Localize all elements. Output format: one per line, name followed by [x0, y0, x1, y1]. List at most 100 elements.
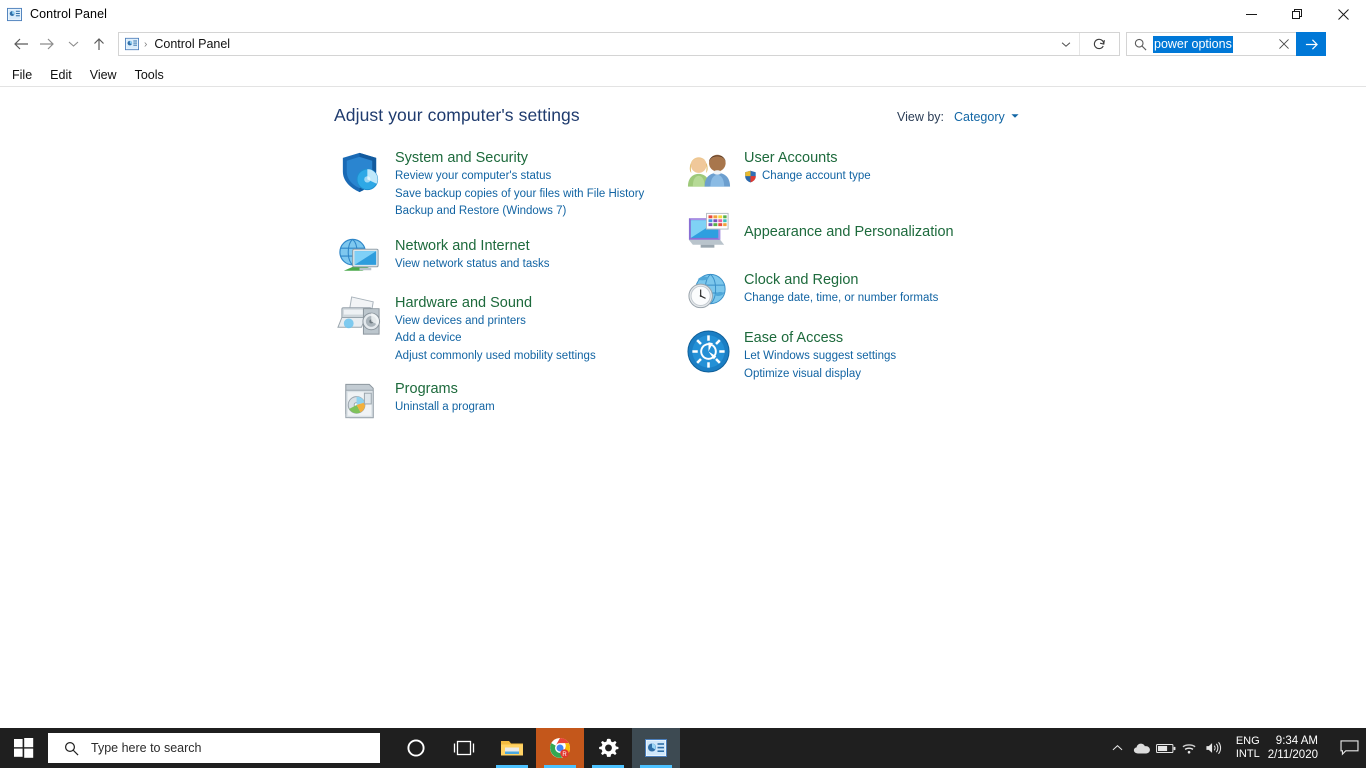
category-body: User Accounts Change account type: [733, 149, 871, 189]
minimize-button[interactable]: [1228, 0, 1274, 28]
users-icon: [683, 149, 733, 189]
clock-date: 2/11/2020: [1267, 749, 1318, 761]
shield-icon: [334, 149, 384, 221]
category-title-user-accounts[interactable]: User Accounts: [744, 149, 871, 168]
chrome-icon[interactable]: R: [536, 728, 584, 768]
category-title-hardware-and-sound[interactable]: Hardware and Sound: [395, 294, 596, 313]
network-icon: [334, 237, 384, 279]
address-dropdown-icon[interactable]: [1055, 33, 1077, 55]
taskbar: Type here to search R ENG INTL 9:34 AM 2…: [0, 728, 1366, 768]
programs-icon: [334, 380, 384, 424]
menu-bar: File Edit View Tools: [0, 64, 1366, 86]
page-title: Adjust your computer's settings: [334, 105, 580, 125]
category-ease-of-access: Ease of Access Let Windows suggest setti…: [683, 329, 1023, 383]
title-bar: Control Panel: [0, 0, 1366, 28]
back-button[interactable]: [8, 29, 34, 59]
category-title-ease-of-access[interactable]: Ease of Access: [744, 329, 896, 348]
taskbar-search-box[interactable]: Type here to search: [48, 733, 380, 763]
link-save-backup-copies-file-history[interactable]: Save backup copies of your files with Fi…: [395, 186, 644, 204]
start-button[interactable]: [0, 728, 48, 768]
battery-icon[interactable]: [1154, 728, 1178, 768]
close-button[interactable]: [1320, 0, 1366, 28]
taskbar-search-placeholder: Type here to search: [91, 741, 202, 755]
svg-text:R: R: [562, 752, 567, 758]
language-line-2: INTL: [1235, 748, 1260, 760]
link-backup-and-restore-windows-7[interactable]: Backup and Restore (Windows 7): [395, 203, 644, 221]
link-review-your-computers-status[interactable]: Review your computer's status: [395, 168, 644, 186]
up-button[interactable]: [86, 29, 112, 59]
right-category-column: User Accounts Change account type Appear…: [683, 149, 1023, 383]
category-title-programs[interactable]: Programs: [395, 380, 495, 399]
link-view-devices-and-printers[interactable]: View devices and printers: [395, 313, 596, 331]
link-view-network-status-and-tasks[interactable]: View network status and tasks: [395, 256, 549, 274]
clear-search-icon[interactable]: [1273, 33, 1295, 55]
link-change-account-type[interactable]: Change account type: [744, 168, 871, 186]
file-explorer-icon[interactable]: [488, 728, 536, 768]
system-tray: ENG INTL 9:34 AM 2/11/2020: [1106, 728, 1366, 768]
display-palette-icon: [683, 211, 733, 253]
task-view-icon[interactable]: [440, 728, 488, 768]
category-body: Appearance and Personalization: [733, 223, 954, 242]
search-box[interactable]: power options: [1126, 32, 1326, 56]
cortana-icon[interactable]: [392, 728, 440, 768]
clock-time: 9:34 AM: [1275, 735, 1318, 747]
view-by-value[interactable]: Category: [954, 110, 1005, 124]
menu-tools[interactable]: Tools: [126, 66, 173, 84]
settings-gear-icon[interactable]: [584, 728, 632, 768]
address-control-panel-icon: [125, 37, 139, 51]
breadcrumb-separator: ›: [144, 38, 148, 50]
menu-file[interactable]: File: [3, 66, 41, 84]
search-icon: [64, 741, 79, 756]
show-hidden-icons-chevron-icon[interactable]: [1106, 728, 1130, 768]
link-adjust-mobility-settings[interactable]: Adjust commonly used mobility settings: [395, 348, 596, 366]
category-body: Hardware and Sound View devices and prin…: [384, 294, 596, 366]
link-optimize-visual-display[interactable]: Optimize visual display: [744, 366, 896, 384]
clock-date-widget[interactable]: 9:34 AM 2/11/2020: [1268, 734, 1318, 762]
category-title-system-and-security[interactable]: System and Security: [395, 149, 644, 168]
wifi-icon[interactable]: [1178, 728, 1202, 768]
view-by-label: View by:: [897, 110, 945, 124]
category-title-network-and-internet[interactable]: Network and Internet: [395, 237, 549, 256]
menu-view[interactable]: View: [81, 66, 126, 84]
forward-button[interactable]: [34, 29, 60, 59]
category-body: Network and Internet View network status…: [384, 237, 549, 279]
restore-button[interactable]: [1274, 0, 1320, 28]
window-title: Control Panel: [30, 7, 108, 21]
breadcrumb-control-panel[interactable]: Control Panel: [154, 37, 230, 51]
printer-icon: [334, 294, 384, 366]
search-go-button[interactable]: [1296, 32, 1326, 56]
language-indicator[interactable]: ENG INTL: [1236, 735, 1260, 761]
address-bar[interactable]: › Control Panel: [118, 32, 1120, 56]
recent-locations-button[interactable]: [60, 29, 86, 59]
menu-edit[interactable]: Edit: [41, 66, 81, 84]
left-category-column: System and Security Review your computer…: [334, 149, 674, 424]
view-by-control: View by: Category: [897, 110, 1019, 124]
uac-shield-icon: [744, 170, 757, 183]
link-let-windows-suggest-settings[interactable]: Let Windows suggest settings: [744, 348, 896, 366]
link-label: Change account type: [762, 170, 871, 182]
notification-icon[interactable]: [1332, 728, 1366, 768]
search-icon: [1134, 38, 1147, 51]
category-clock-and-region: Clock and Region Change date, time, or n…: [683, 271, 1023, 313]
link-change-date-time-number-formats[interactable]: Change date, time, or number formats: [744, 290, 938, 308]
category-title-clock-and-region[interactable]: Clock and Region: [744, 271, 938, 290]
control-panel-window: Control Panel › Control Panel power opti…: [0, 0, 1366, 768]
refresh-button[interactable]: [1079, 33, 1119, 55]
link-add-a-device[interactable]: Add a device: [395, 330, 596, 348]
category-user-accounts: User Accounts Change account type: [683, 149, 1023, 189]
search-input[interactable]: power options: [1153, 35, 1233, 53]
control-panel-icon[interactable]: [632, 728, 680, 768]
control-panel-icon: [7, 7, 22, 22]
link-uninstall-a-program[interactable]: Uninstall a program: [395, 399, 495, 417]
category-hardware-and-sound: Hardware and Sound View devices and prin…: [334, 294, 674, 366]
navigation-bar: › Control Panel power options: [0, 28, 1366, 60]
category-network-and-internet: Network and Internet View network status…: [334, 237, 674, 279]
window-controls: [1228, 0, 1366, 28]
category-title-appearance-and-personalization[interactable]: Appearance and Personalization: [744, 223, 954, 242]
category-system-and-security: System and Security Review your computer…: [334, 149, 674, 221]
ease-of-access-icon: [683, 329, 733, 383]
chevron-down-icon[interactable]: [1011, 111, 1019, 121]
category-body: Clock and Region Change date, time, or n…: [733, 271, 938, 313]
onedrive-icon[interactable]: [1130, 728, 1154, 768]
volume-icon[interactable]: [1202, 728, 1226, 768]
